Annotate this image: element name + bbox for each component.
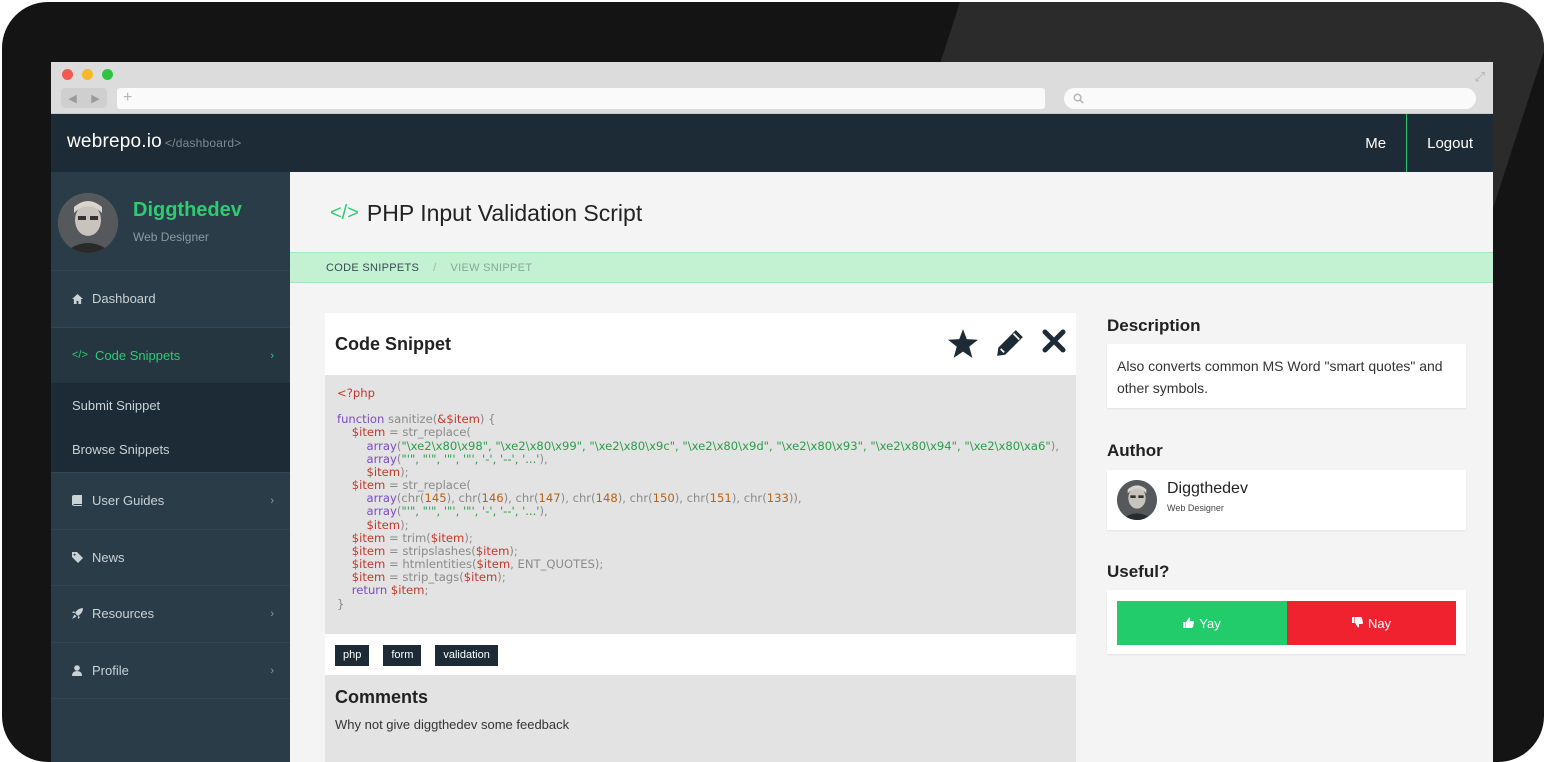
- sidebar-item-label: News: [92, 549, 125, 565]
- history-nav: ◀ ▶: [61, 88, 107, 108]
- breadcrumb-code-snippets[interactable]: CODE SNIPPETS: [326, 262, 419, 274]
- address-bar[interactable]: +: [117, 88, 1045, 109]
- maximize-window-dot[interactable]: [102, 69, 113, 80]
- thumbs-down-icon: [1351, 616, 1363, 631]
- author-role: Web Designer: [1167, 503, 1224, 513]
- code-snippet-panel: Code Snippet <?php function sanitize(&$i…: [325, 313, 1076, 762]
- comments-title: Comments: [335, 687, 429, 707]
- sidebar-item-resources[interactable]: Resources ›: [51, 585, 290, 642]
- sidebar-item-dashboard[interactable]: Dashboard: [51, 270, 290, 327]
- nay-label: Nay: [1367, 615, 1392, 631]
- thumbs-up-icon: [1183, 616, 1195, 631]
- code-snippets-submenu: Submit Snippet Browse Snippets: [51, 383, 290, 472]
- browser-search-bar[interactable]: [1064, 88, 1476, 109]
- tag-php[interactable]: php: [335, 645, 370, 666]
- avatar[interactable]: [1117, 480, 1157, 520]
- sidebar-item-label: Resources: [92, 606, 155, 622]
- sidebar-user-name[interactable]: Diggthedev: [133, 199, 242, 222]
- nay-button[interactable]: Nay: [1287, 601, 1456, 645]
- panel-header: Code Snippet: [325, 313, 1076, 375]
- yay-button[interactable]: Yay: [1117, 601, 1287, 645]
- page-title-text: PHP Input Validation Script: [366, 200, 643, 226]
- description-text: Also converts common MS Word "smart quot…: [1117, 358, 1443, 396]
- yay-label: Yay: [1199, 615, 1221, 631]
- brand-name: webrepo.io: [67, 131, 162, 152]
- sidebar-item-label: Dashboard: [92, 291, 156, 307]
- sidebar-subitem-submit-snippet[interactable]: Submit Snippet: [51, 383, 290, 428]
- author-name[interactable]: Diggthedev: [1167, 480, 1248, 498]
- pencil-icon[interactable]: [996, 329, 1024, 363]
- breadcrumb: CODE SNIPPETS / VIEW SNIPPET: [290, 252, 1493, 283]
- author-card[interactable]: Diggthedev Web Designer: [1107, 470, 1466, 530]
- star-icon[interactable]: [948, 329, 978, 363]
- vote-card: Yay Nay: [1107, 590, 1466, 654]
- search-icon: [1073, 93, 1084, 104]
- sidebar-item-user-guides[interactable]: User Guides ›: [51, 472, 290, 529]
- nav-logout[interactable]: Logout: [1407, 114, 1493, 172]
- sidebar-item-news[interactable]: News: [51, 528, 290, 586]
- chevron-right-icon: ›: [270, 664, 274, 677]
- new-tab-icon[interactable]: +: [123, 89, 132, 107]
- comments-section: Comments Why not give diggthedev some fe…: [325, 675, 1076, 762]
- description-title: Description: [1107, 316, 1201, 335]
- back-icon[interactable]: ◀: [68, 92, 76, 105]
- useful-title: Useful?: [1107, 562, 1170, 581]
- fullscreen-icon[interactable]: ⤢: [1475, 69, 1485, 85]
- sidebar-user-role: Web Designer: [133, 230, 209, 244]
- user-icon: [72, 664, 92, 676]
- sidebar-item-label: User Guides: [92, 493, 165, 509]
- sidebar-profile: Diggthedev Web Designer: [51, 172, 290, 270]
- close-icon[interactable]: [1042, 329, 1066, 363]
- app-header: webrepo.io </dashboard> Me Logout: [51, 114, 1493, 172]
- code-icon: </>: [72, 349, 88, 362]
- sidebar-spacer: [51, 698, 290, 755]
- top-nav: Me Logout: [1345, 114, 1493, 172]
- breadcrumb-separator: /: [433, 261, 437, 274]
- breadcrumb-view-snippet: VIEW SNIPPET: [450, 261, 533, 274]
- minimize-window-dot[interactable]: [82, 69, 93, 80]
- tag-icon: [72, 551, 92, 563]
- home-icon: [72, 293, 92, 304]
- sidebar-item-label: Profile: [92, 662, 129, 678]
- rocket-icon: [72, 608, 92, 620]
- sidebar-item-label: Code Snippets: [95, 347, 181, 363]
- browser-window: ◀ ▶ + ⤢ webrepo.io </dashboard> Me Logout…: [51, 62, 1493, 762]
- browser-chrome: ◀ ▶ + ⤢: [51, 62, 1493, 114]
- book-icon: [72, 495, 92, 507]
- chevron-right-icon: ›: [270, 495, 274, 507]
- tag-validation[interactable]: validation: [435, 645, 498, 666]
- snippet-actions: [948, 329, 1066, 363]
- avatar[interactable]: [58, 193, 118, 253]
- chevron-right-icon: ›: [270, 349, 274, 362]
- close-window-dot[interactable]: [62, 69, 73, 80]
- tag-list: php form validation: [335, 645, 498, 666]
- sidebar-subitem-browse-snippets[interactable]: Browse Snippets: [51, 428, 290, 473]
- author-title: Author: [1107, 441, 1163, 460]
- code-text: <?php function sanitize(&$item) { $item …: [337, 386, 1059, 611]
- sidebar-item-profile[interactable]: Profile ›: [51, 641, 290, 699]
- description-card: Also converts common MS Word "smart quot…: [1107, 344, 1466, 408]
- nav-me[interactable]: Me: [1345, 114, 1408, 172]
- sidebar-item-code-snippets[interactable]: </> Code Snippets ›: [51, 326, 290, 383]
- code-icon: </>: [330, 202, 359, 224]
- page-title: </> PHP Input Validation Script: [330, 200, 642, 227]
- chevron-right-icon: ›: [270, 608, 274, 620]
- tag-form[interactable]: form: [383, 645, 422, 666]
- sidebar: Diggthedev Web Designer Dashboard </> Co…: [51, 172, 290, 762]
- comments-prompt: Why not give diggthedev some feedback: [335, 717, 570, 732]
- brand-subtitle: </dashboard>: [164, 136, 242, 150]
- panel-title: Code Snippet: [335, 334, 451, 354]
- main-content: </> PHP Input Validation Script CODE SNI…: [290, 172, 1493, 762]
- forward-icon[interactable]: ▶: [91, 92, 99, 105]
- brand-logo[interactable]: webrepo.io </dashboard>: [67, 131, 241, 153]
- code-block[interactable]: <?php function sanitize(&$item) { $item …: [325, 375, 1076, 634]
